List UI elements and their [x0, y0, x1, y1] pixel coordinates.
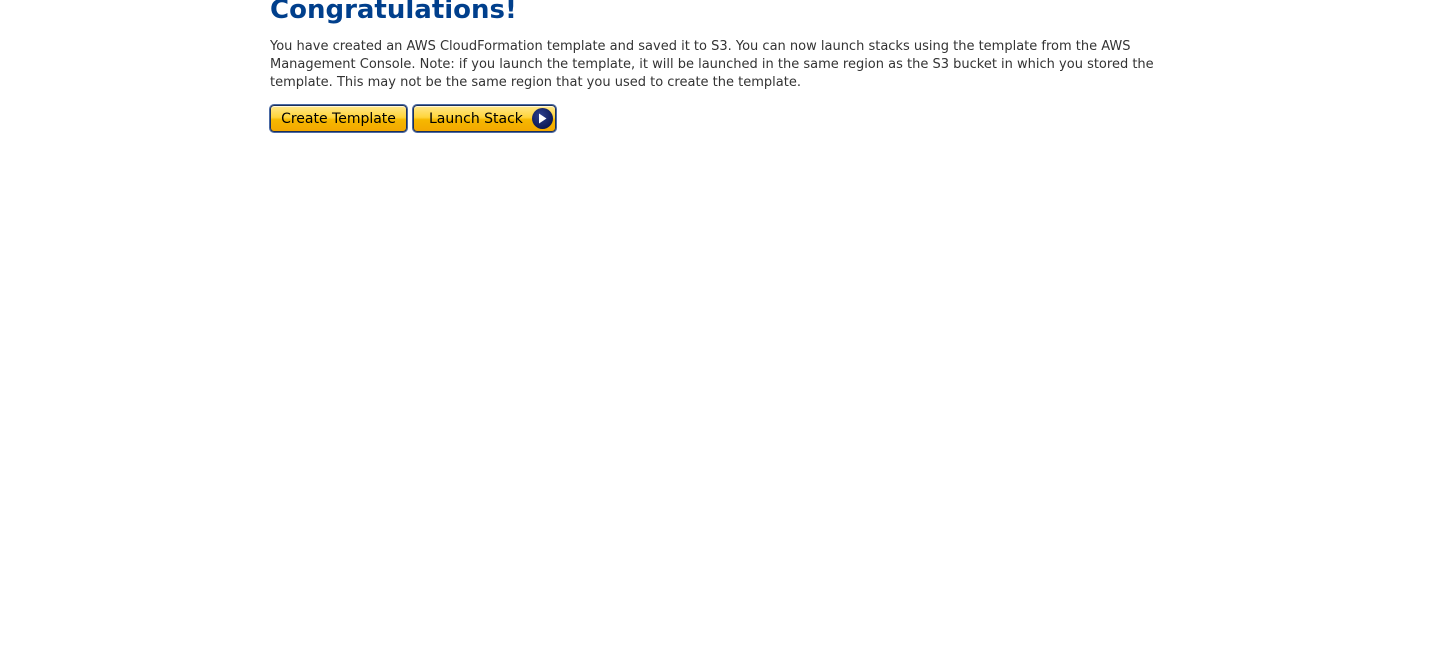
- page-title: Congratulations!: [270, 0, 517, 25]
- content-area: Congratulations! You have created an AWS…: [270, 0, 1170, 132]
- page: Congratulations! You have created an AWS…: [0, 0, 1440, 652]
- success-message: You have created an AWS CloudFormation t…: [270, 39, 1154, 90]
- play-arrow-icon: [532, 108, 553, 129]
- launch-stack-label: Launch Stack: [429, 110, 523, 127]
- create-template-label: Create Template: [281, 110, 396, 127]
- create-template-button[interactable]: Create Template: [270, 105, 407, 132]
- button-row: Create Template Launch Stack: [270, 105, 1170, 132]
- launch-stack-button[interactable]: Launch Stack: [413, 105, 556, 132]
